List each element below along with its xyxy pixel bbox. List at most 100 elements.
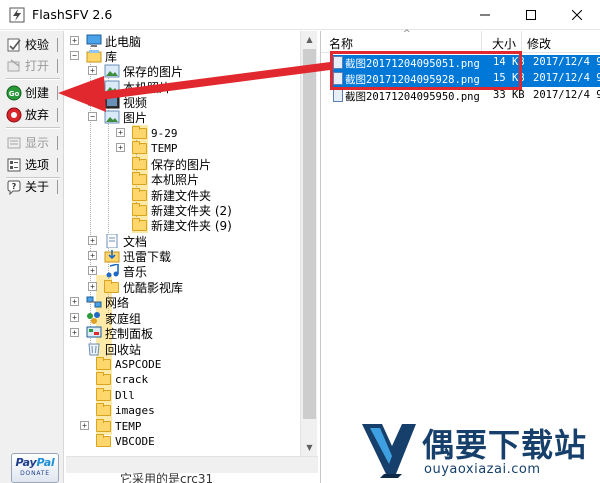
network-icon [86, 295, 102, 309]
app-lightning-icon [9, 7, 25, 23]
bottom-caption: 它采用的是crc31 [120, 472, 214, 483]
toolbar-divider [6, 78, 60, 80]
column-divider[interactable] [521, 31, 522, 53]
tree-item[interactable]: TEMP [96, 418, 142, 434]
watermark-logo-icon [362, 424, 416, 478]
homegroup-icon [86, 311, 102, 325]
pictures-icon [104, 64, 120, 78]
tree-item[interactable]: 保存的图片 [104, 63, 183, 79]
expand-node-button[interactable]: + [88, 251, 97, 260]
collapse-node-button[interactable]: − [70, 51, 79, 60]
display-icon [6, 135, 22, 151]
folder-icon [96, 388, 112, 402]
help-glyph: ? [12, 182, 17, 191]
display-button[interactable]: 显示 [6, 133, 60, 152]
separator [57, 108, 58, 122]
scroll-thumb[interactable] [303, 49, 316, 419]
tree-item[interactable]: 回收站 [86, 341, 141, 357]
tree-item-label: 9-29 [151, 126, 178, 140]
expand-node-button[interactable]: + [88, 66, 97, 75]
tree-item[interactable]: 9-29 [132, 125, 178, 141]
expand-node-button[interactable]: + [88, 266, 97, 275]
folder-icon [132, 157, 148, 171]
expand-node-button[interactable]: + [70, 313, 79, 322]
file-size: 33 KB [493, 89, 525, 101]
minimize-button[interactable] [462, 0, 508, 30]
paypal-logo-b: Pal [36, 456, 55, 469]
tree-item[interactable]: 网络 [86, 294, 129, 310]
scroll-down-arrow-icon[interactable]: ▼ [301, 439, 318, 456]
help-icon: ? [6, 179, 22, 195]
tree-item[interactable]: crack [96, 371, 148, 387]
folder-icon [96, 419, 112, 433]
tree-item[interactable]: 音乐 [104, 262, 147, 279]
maximize-button[interactable] [508, 0, 554, 30]
tree-item[interactable]: Dll [96, 387, 135, 403]
tree-item[interactable]: images [96, 402, 155, 418]
column-size-header[interactable]: 大小 [492, 35, 516, 52]
go-badge-text: Go [9, 90, 20, 98]
display-label: 显示 [25, 136, 50, 150]
go-icon: Go [6, 85, 22, 101]
documents-icon [104, 233, 120, 249]
sort-ascending-icon: ^ [403, 29, 411, 39]
tree-item[interactable]: 本机照片 [132, 171, 199, 187]
video-icon [104, 95, 120, 109]
folder-icon [132, 218, 148, 232]
separator [57, 180, 58, 194]
tree-item[interactable]: 库 [86, 48, 117, 64]
open-button[interactable]: 打开 [6, 56, 60, 75]
pictures-icon [104, 80, 120, 94]
collapse-node-button[interactable]: − [88, 112, 97, 121]
close-button[interactable] [554, 0, 600, 30]
column-divider[interactable] [481, 31, 482, 53]
file-row[interactable]: 截图20171204095950.png 33 KB 2017/12/4 9 [331, 88, 600, 104]
about-button[interactable]: ? 关于 [6, 177, 60, 196]
column-name-header[interactable]: 名称 [329, 35, 353, 52]
tree-item-label: Dll [115, 388, 135, 402]
tree-item[interactable]: VBCODE [96, 433, 155, 449]
expand-node-button[interactable]: + [88, 236, 97, 245]
discard-button[interactable]: 放弃 [6, 105, 60, 124]
close-icon [572, 10, 582, 20]
expand-node-button[interactable]: + [88, 282, 97, 291]
tree-vertical-scrollbar[interactable]: ▲ ▼ [300, 31, 317, 456]
folder-icon [96, 434, 112, 448]
title-bar: FlashSFV 2.6 [0, 0, 600, 30]
separator [57, 136, 58, 150]
tree-item-label: 库 [105, 49, 118, 64]
tree-item-label: VBCODE [115, 434, 155, 448]
folder-tree[interactable]: + 此电脑 − 库 + 保存的图片 本机照片 + 视频 − 图片 +9-29 + TEMP 保存的图片 本机照… [66, 31, 318, 483]
expand-node-button[interactable]: + [116, 128, 125, 137]
column-date-header[interactable]: 修改 [527, 35, 551, 52]
expand-node-button[interactable]: + [70, 328, 79, 337]
stop-icon [6, 107, 22, 123]
maximize-icon [526, 10, 536, 20]
verify-button[interactable]: 校验 [6, 35, 60, 54]
tree-item-label: TEMP [151, 141, 178, 155]
create-button[interactable]: Go 创建 [6, 83, 60, 102]
tree-item[interactable]: 控制面板 [86, 325, 153, 341]
tree-item[interactable]: 新建文件夹 (9) [132, 217, 232, 233]
expand-node-button[interactable]: + [80, 421, 89, 430]
watermark-text: 偶要下载站 [422, 426, 588, 464]
options-label: 选项 [25, 158, 50, 172]
tree-item-label: ASPCODE [115, 357, 162, 371]
paypal-donate-button[interactable]: PayPal DONATE [11, 453, 59, 483]
file-date: 2017/12/4 9 [533, 89, 600, 101]
open-icon [6, 58, 22, 74]
download-icon [104, 249, 120, 263]
options-button[interactable]: 选项 [6, 155, 60, 174]
scroll-up-arrow-icon[interactable]: ▲ [301, 31, 318, 48]
pictures-icon [104, 110, 120, 124]
tree-item[interactable]: ASPCODE [96, 356, 161, 372]
annotation-highlight-box [330, 51, 522, 90]
about-label: 关于 [25, 180, 50, 194]
tree-item[interactable]: TEMP [132, 140, 178, 156]
expand-node-button[interactable]: + [88, 97, 97, 106]
tree-item[interactable]: 图片 [104, 109, 147, 125]
file-list[interactable]: 名称 ^ 大小 修改 截图20171204095051.png 14 KB 20… [320, 29, 600, 483]
expand-node-button[interactable]: + [116, 143, 125, 152]
expand-node-button[interactable]: + [70, 297, 79, 306]
expand-node-button[interactable]: + [70, 36, 79, 45]
